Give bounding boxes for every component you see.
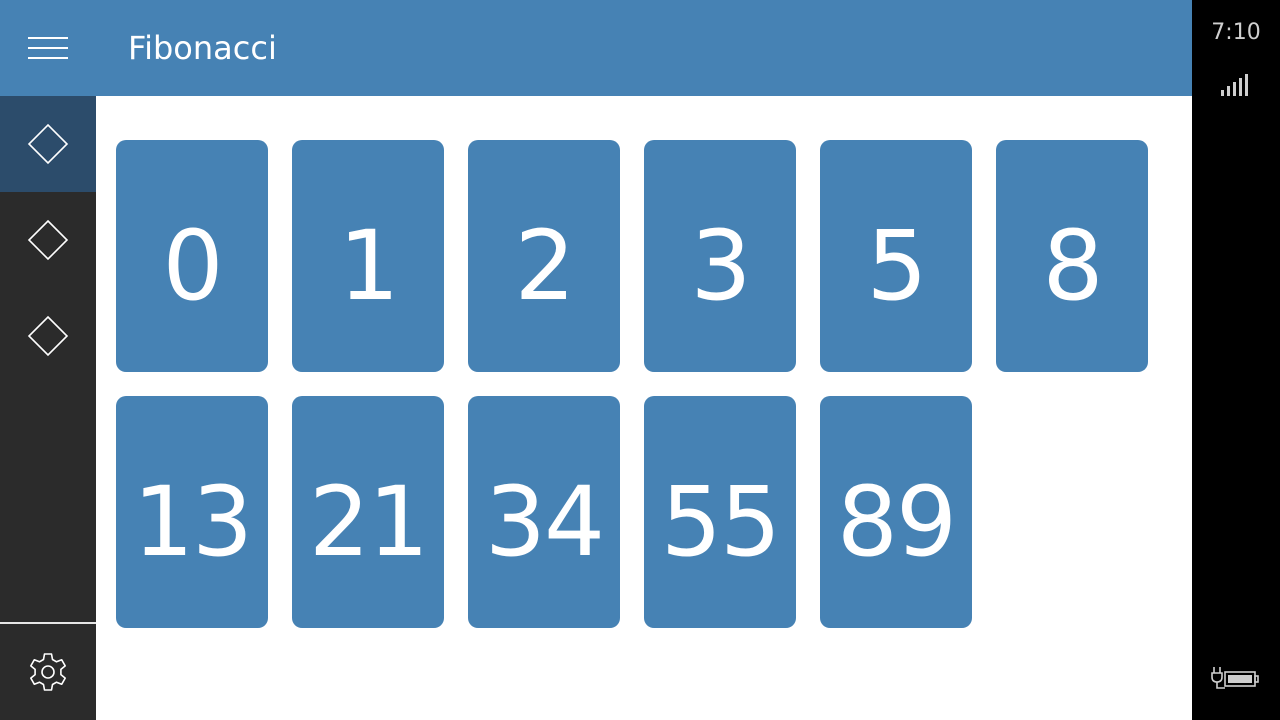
system-status-bar: 7:10	[1192, 0, 1280, 720]
number-tile[interactable]: 21	[292, 396, 444, 628]
hamburger-menu-button[interactable]	[0, 0, 96, 96]
navigation-pane	[0, 96, 96, 720]
app-window: Fibonacci 0 1 2 3 5 8 13 21 34 55 89	[0, 0, 1192, 720]
diamond-icon	[27, 219, 69, 261]
diamond-icon	[27, 123, 69, 165]
number-tile[interactable]: 2	[468, 140, 620, 372]
signal-icon	[1221, 74, 1248, 96]
nav-item-1[interactable]	[0, 96, 96, 192]
battery-charging-icon	[1211, 667, 1259, 689]
number-tile[interactable]: 34	[468, 396, 620, 628]
number-tile[interactable]: 3	[644, 140, 796, 372]
title-bar: Fibonacci	[0, 0, 1192, 96]
number-tile[interactable]: 89	[820, 396, 972, 628]
tile-grid: 0 1 2 3 5 8 13 21 34 55 89	[96, 96, 1192, 720]
page-title: Fibonacci	[128, 29, 277, 67]
hamburger-icon	[28, 37, 68, 59]
settings-button[interactable]	[0, 624, 96, 720]
number-tile[interactable]: 55	[644, 396, 796, 628]
nav-item-3[interactable]	[0, 288, 96, 384]
nav-item-2[interactable]	[0, 192, 96, 288]
clock: 7:10	[1211, 20, 1261, 45]
number-tile[interactable]: 1	[292, 140, 444, 372]
number-tile[interactable]: 5	[820, 140, 972, 372]
gear-icon	[30, 653, 66, 691]
number-tile[interactable]: 0	[116, 140, 268, 372]
diamond-icon	[27, 315, 69, 357]
number-tile[interactable]: 13	[116, 396, 268, 628]
number-tile[interactable]: 8	[996, 140, 1148, 372]
